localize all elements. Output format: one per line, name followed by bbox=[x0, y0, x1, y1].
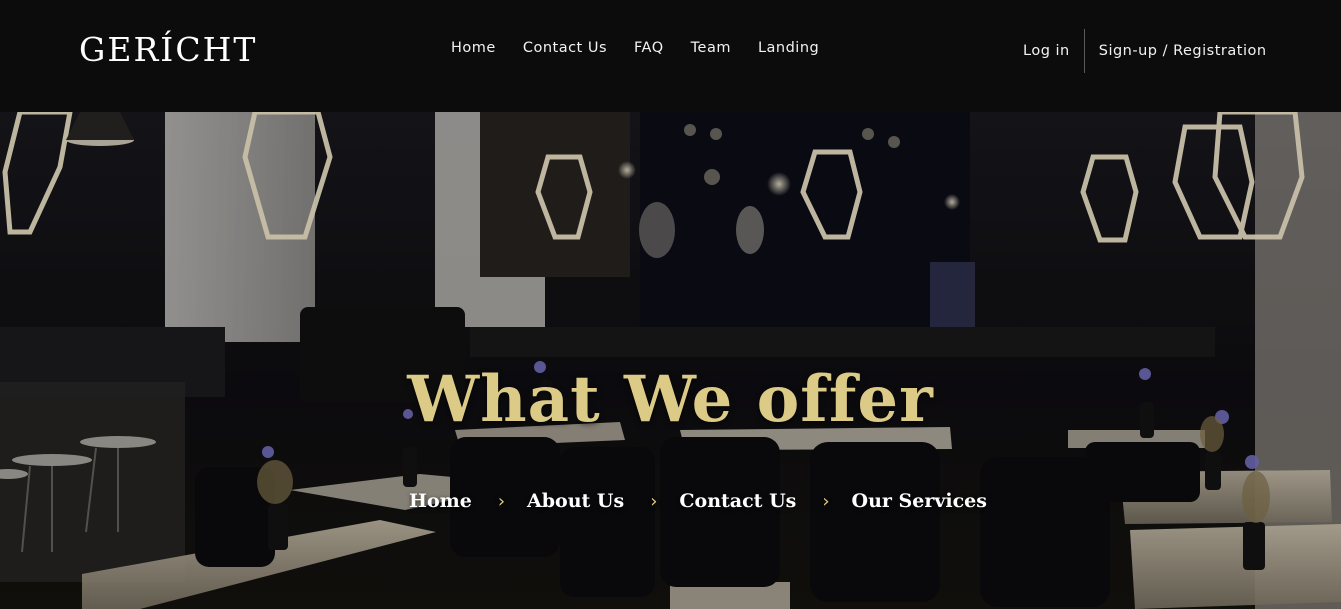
nav-item-home[interactable]: Home bbox=[451, 40, 496, 56]
auth-divider bbox=[1083, 29, 1085, 73]
hero-banner: What We offer Home › About Us › Contact … bbox=[0, 112, 1341, 609]
hero-title: What We offer bbox=[407, 362, 934, 437]
chevron-right-icon: › bbox=[650, 490, 658, 512]
brand-logo[interactable]: GERÍCHT bbox=[79, 28, 257, 72]
nav-item-faq[interactable]: FAQ bbox=[634, 40, 664, 56]
nav-item-contact-us[interactable]: Contact Us bbox=[523, 40, 607, 56]
nav-item-team[interactable]: Team bbox=[691, 40, 731, 56]
breadcrumb-contact-us[interactable]: Contact Us bbox=[679, 490, 796, 512]
signup-link[interactable]: Sign-up / Registration bbox=[1099, 43, 1267, 59]
login-link[interactable]: Log in bbox=[1023, 43, 1070, 59]
top-navbar: GERÍCHT Home Contact Us FAQ Team Landing… bbox=[0, 0, 1341, 112]
breadcrumb-about-us[interactable]: About Us bbox=[527, 490, 624, 512]
breadcrumb-our-services[interactable]: Our Services bbox=[852, 490, 987, 512]
chevron-right-icon: › bbox=[822, 490, 830, 512]
breadcrumb: Home › About Us › Contact Us › Our Servi… bbox=[409, 490, 987, 512]
nav-item-landing[interactable]: Landing bbox=[758, 40, 819, 56]
chevron-right-icon: › bbox=[497, 490, 506, 512]
auth-links: Log in Sign-up / Registration bbox=[1023, 29, 1267, 73]
breadcrumb-home[interactable]: Home bbox=[409, 490, 472, 512]
main-nav: Home Contact Us FAQ Team Landing bbox=[451, 40, 819, 56]
